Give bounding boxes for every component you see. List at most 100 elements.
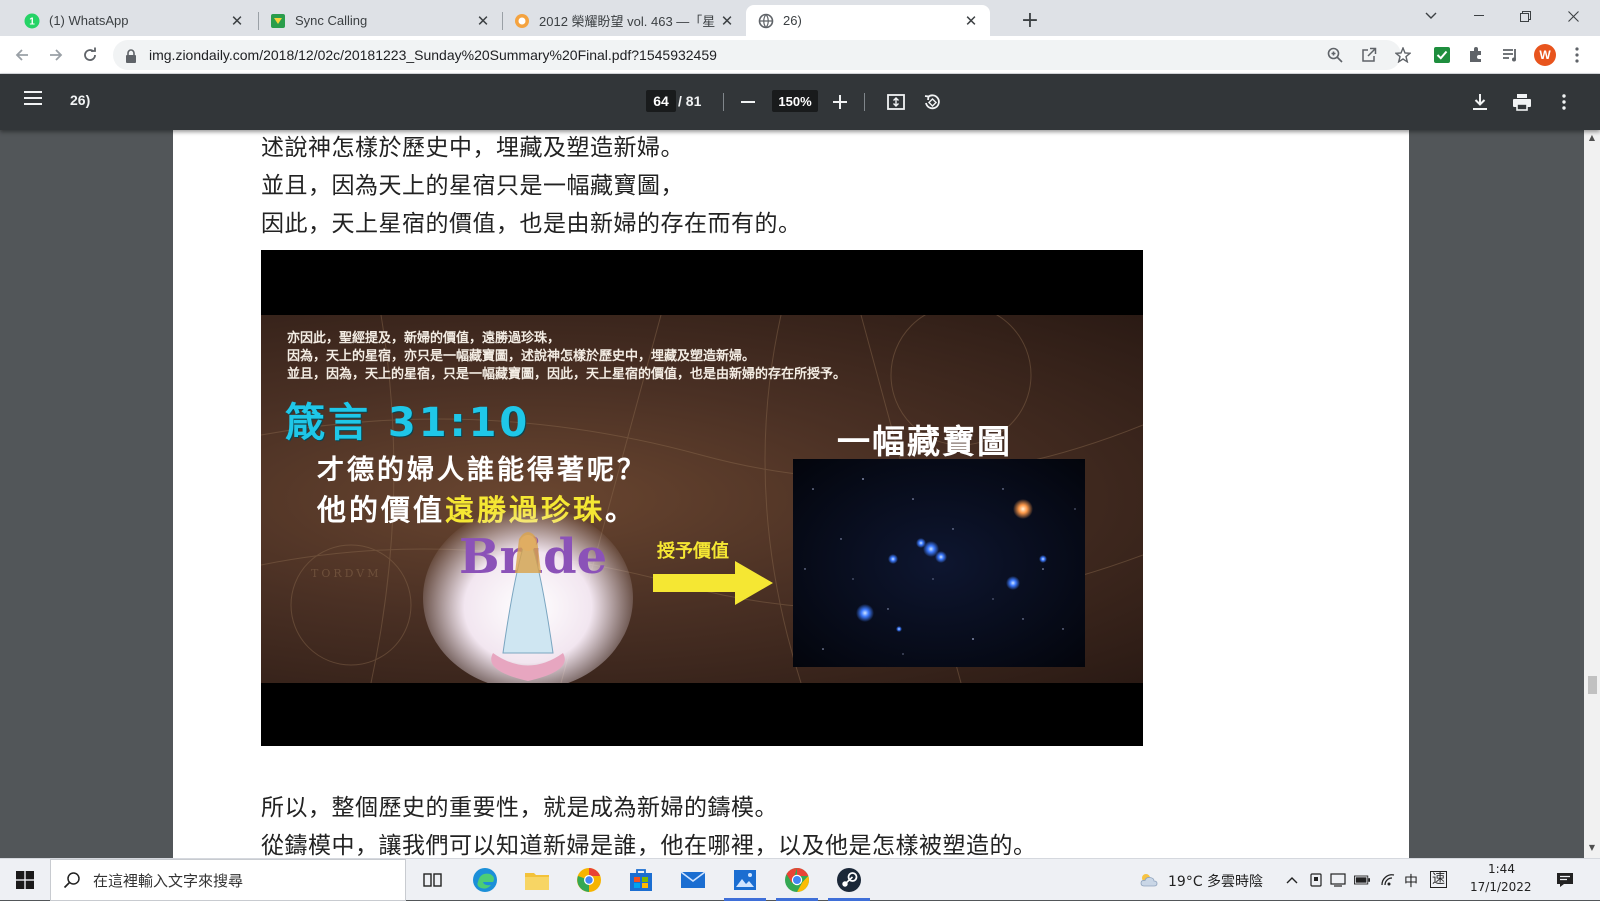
tab-strip: 1 (1) WhatsApp ✕ Sync Calling ✕ 2012 榮耀盼… [0,0,1600,36]
lock-icon[interactable] [125,48,139,63]
zoom-out-button[interactable] [736,90,760,114]
pdf-viewer[interactable]: 述說神怎樣於歷史中，埋藏及塑造新婦。 並且，因為天上的星宿只是一幅藏寶圖， 因此… [0,130,1584,858]
zion-daily-icon [514,13,530,29]
minimize-button[interactable] [1456,0,1502,32]
sermon-slide-image: TORDVM 亦因此，聖經提及，新婦的價值，遠勝過珍珠， 因為，天上的星宿，亦只… [261,250,1143,746]
slide-background: TORDVM 亦因此，聖經提及，新婦的價值，遠勝過珍珠， 因為，天上的星宿，亦只… [261,315,1143,683]
address-bar[interactable]: img.ziondaily.com/2018/12/02c/20181223_S… [113,40,1401,70]
display-icon[interactable] [1330,872,1346,888]
slide-caption-line: 因為，天上的星宿，亦只是一幅藏寶圖，述說神怎樣於歷史中，埋藏及塑造新婦。 [287,349,756,364]
body-text-line: 述說神怎樣於歷史中，埋藏及塑造新婦。 [261,135,684,161]
chrome-icon[interactable] [782,865,812,895]
rotate-icon[interactable] [920,90,944,114]
file-explorer-icon[interactable] [522,865,552,895]
search-placeholder: 在這裡輸入文字來搜尋 [93,871,244,890]
tab-whatsapp[interactable]: 1 (1) WhatsApp ✕ [12,5,256,36]
vertical-scrollbar[interactable]: ▲ ▼ [1584,130,1600,858]
search-icon [63,872,80,889]
ime-language-indicator[interactable]: 中 [1404,871,1418,891]
close-tab-icon[interactable]: ✕ [962,12,980,30]
device-icon[interactable] [1308,872,1324,888]
bookmark-star-icon[interactable] [1394,46,1412,64]
clock-time[interactable]: 1:44 [1488,862,1515,876]
forward-button[interactable] [42,41,70,69]
zoom-level-input[interactable]: 150% [772,90,818,112]
photos-icon[interactable] [730,865,760,895]
taskbar-search-box[interactable]: 在這裡輸入文字來搜尋 [50,859,406,901]
pdf-page: 述說神怎樣於歷史中，埋藏及塑造新婦。 並且，因為天上的星宿只是一幅藏寶圖， 因此… [173,130,1409,858]
print-icon[interactable] [1510,90,1534,114]
body-text-line: 並且，因為天上的星宿只是一幅藏寶圖， [261,173,684,199]
weather-cloud-icon[interactable] [1138,872,1160,888]
grant-value-label: 授予價值 [657,541,729,562]
fit-to-page-icon[interactable] [884,90,908,114]
arrow-right-icon [653,561,773,605]
slide-question-line: 才德的婦人誰能得著呢？ [317,455,647,486]
show-hidden-icons-chevron-icon[interactable] [1284,872,1300,888]
url-text: img.ziondaily.com/2018/12/02c/20181223_S… [149,47,717,63]
treasure-map-title: 一幅藏寶圖 [837,422,1012,461]
reading-list-icon[interactable] [1500,45,1520,65]
notification-center-icon[interactable] [1554,872,1576,888]
extensions-puzzle-icon[interactable] [1466,45,1486,65]
sync-calling-icon [270,13,286,29]
wifi-icon[interactable] [1380,872,1396,888]
microsoft-store-icon[interactable] [626,865,656,895]
tab-title: Sync Calling [295,13,368,28]
pdf-toolbar: 26) 64 / 81 150% [0,74,1600,130]
mail-icon[interactable] [678,865,708,895]
pdf-document-title: 26) [70,92,91,108]
body-text-line: 從鑄模中，讓我們可以知道新婦是誰，他在哪裡，以及他是怎樣被塑造的。 [261,833,1037,858]
task-view-icon[interactable] [418,865,448,895]
windows-logo-icon [16,871,34,889]
new-tab-button[interactable]: + [1016,6,1044,34]
clock-date[interactable]: 17/1/2022 [1470,880,1532,894]
toolbar-divider [864,93,865,111]
body-text-line: 所以，整個歷史的重要性，就是成為新婦的鑄模。 [261,795,778,821]
browser-toolbar: img.ziondaily.com/2018/12/02c/20181223_S… [0,36,1600,74]
weather-text[interactable]: 19°C 多雲時陰 [1168,871,1263,891]
windows-taskbar: 在這裡輸入文字來搜尋 19°C 多雲時陰 中 速 1:44 17/1/2022 [0,858,1600,901]
start-button[interactable] [0,859,50,901]
slide-caption-line: 並且，因為，天上的星宿，只是一幅藏寶圖，因此，天上星宿的價值，也是由新婦的存在所… [287,367,847,382]
close-tab-icon[interactable]: ✕ [474,12,492,30]
close-window-button[interactable] [1550,0,1596,32]
close-tab-icon[interactable]: ✕ [718,12,736,30]
tab-zion-daily[interactable]: 2012 榮耀盼望 vol. 463 —「星 ✕ [502,5,746,36]
tab-title: 26) [783,13,802,28]
zoom-icon[interactable] [1326,46,1344,64]
page-number-input[interactable]: 64 [646,90,676,112]
tab-pdf-active[interactable]: 26) ✕ [746,5,990,36]
constellation-image [793,459,1085,667]
reload-button[interactable] [76,41,104,69]
tab-title: (1) WhatsApp [49,13,129,28]
tab-sync-calling[interactable]: Sync Calling ✕ [258,5,502,36]
edge-browser-icon[interactable] [470,865,500,895]
toolbar-divider [723,93,724,111]
scrollbar-thumb[interactable] [1588,676,1597,694]
battery-icon[interactable] [1354,872,1370,888]
download-icon[interactable] [1468,90,1492,114]
zoom-in-button[interactable] [828,90,852,114]
extension-check-icon[interactable] [1432,45,1452,65]
hamburger-menu-icon[interactable] [24,90,46,112]
share-icon[interactable] [1360,46,1378,64]
page-total: / 81 [678,93,702,109]
body-text-line: 因此，天上星宿的價值，也是由新婦的存在而有的。 [261,211,802,237]
chrome-canary-icon[interactable] [574,865,604,895]
pdf-more-options-icon[interactable] [1552,90,1576,114]
profile-avatar[interactable]: W [1534,44,1556,66]
steam-icon[interactable] [834,865,864,895]
scroll-down-arrow-icon[interactable]: ▼ [1588,844,1596,852]
slide-caption-line: 亦因此，聖經提及，新婦的價值，遠勝過珍珠， [287,331,561,346]
tab-title: 2012 榮耀盼望 vol. 463 —「星 [539,14,716,29]
close-tab-icon[interactable]: ✕ [228,12,246,30]
back-button[interactable] [8,41,36,69]
browser-menu-icon[interactable] [1568,46,1586,64]
restore-button[interactable] [1502,0,1548,32]
scroll-up-arrow-icon[interactable]: ▲ [1588,134,1596,142]
svg-text:TORDVM: TORDVM [311,567,381,580]
bride-illustration: Bride [423,506,633,683]
tab-search-chevron-icon[interactable] [1408,0,1454,32]
ime-mode-indicator[interactable]: 速 [1430,871,1448,888]
